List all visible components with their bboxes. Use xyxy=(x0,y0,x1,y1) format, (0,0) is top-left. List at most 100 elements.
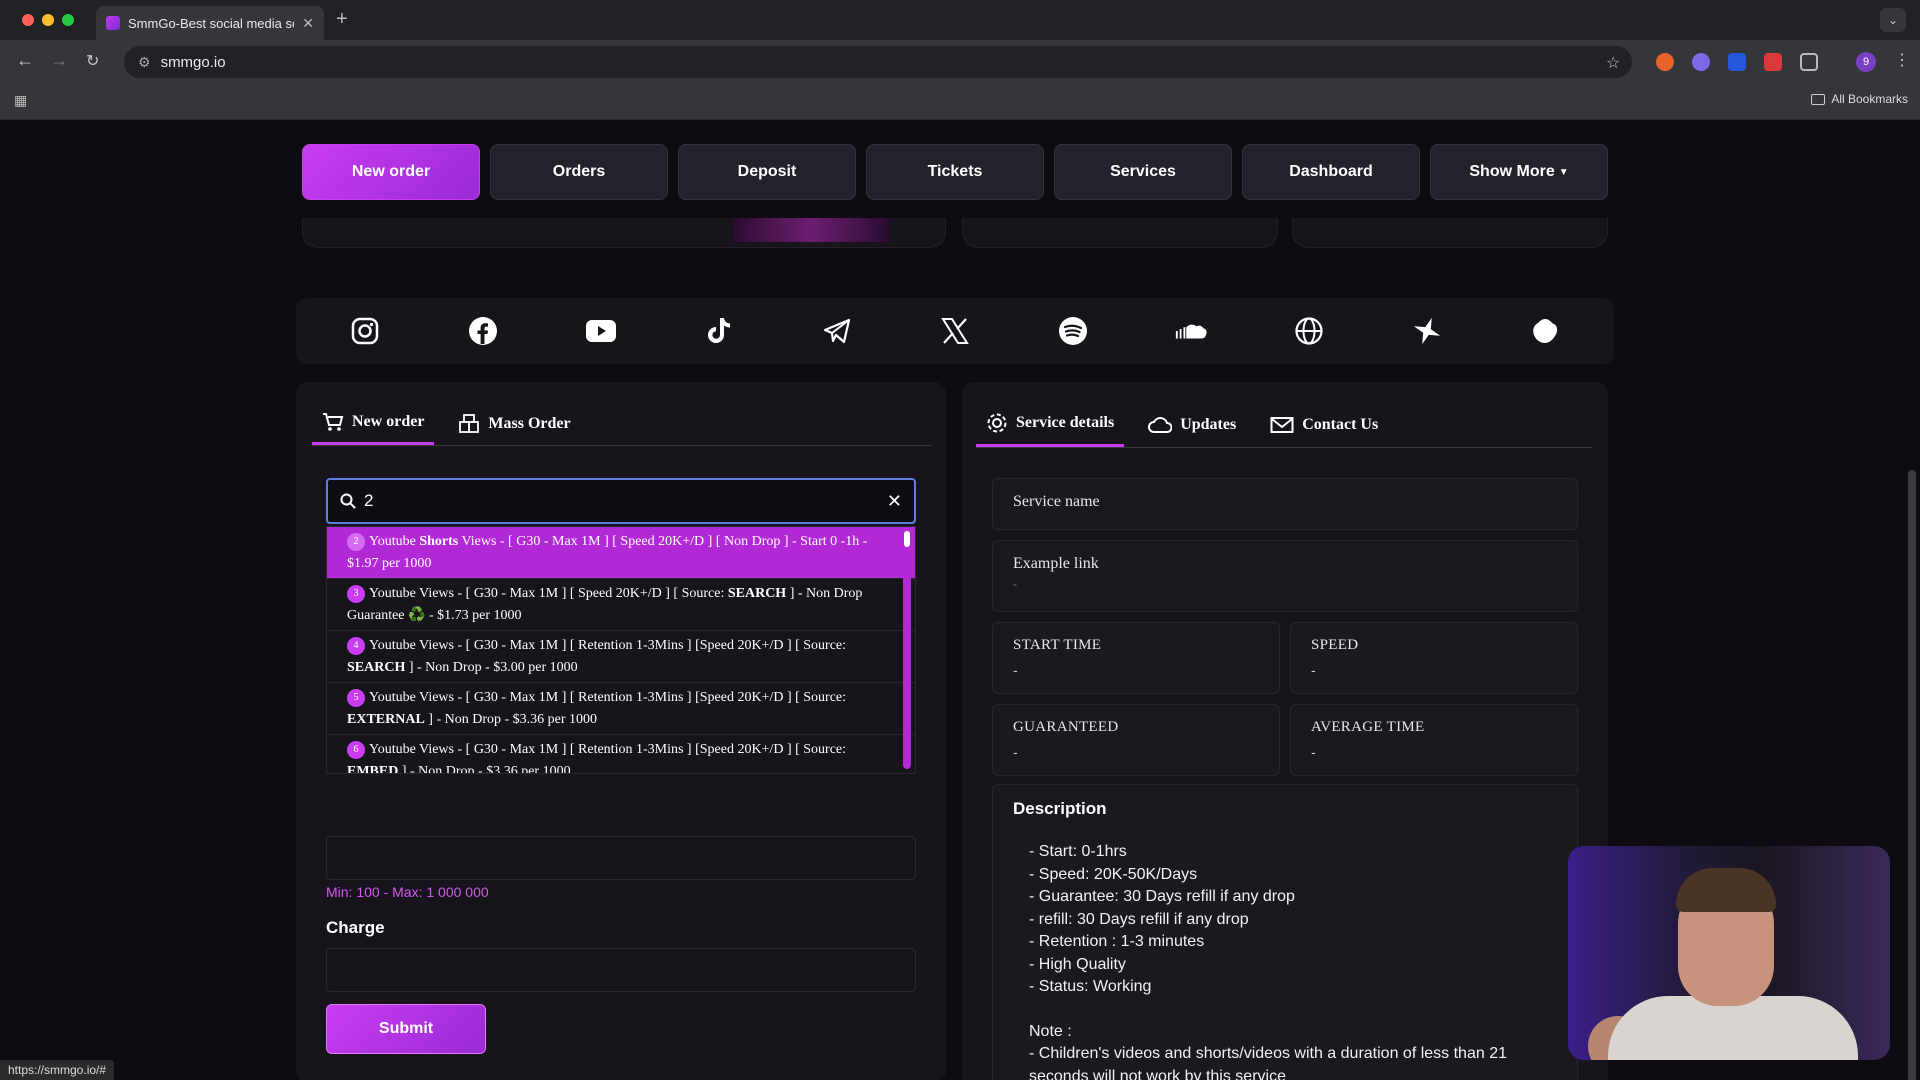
note-line: - Children's videos and shorts/videos wi… xyxy=(1029,1045,1507,1080)
site-info-icon[interactable]: ⚙ xyxy=(138,54,151,71)
bookmark-star-icon[interactable]: ☆ xyxy=(1606,53,1620,73)
url-text: smmgo.io xyxy=(160,53,226,71)
service-name-label: Service name xyxy=(1013,493,1100,510)
browser-tab[interactable]: SmmGo-Best social media se ✕ xyxy=(96,6,324,40)
service-search-input[interactable]: 2 ✕ xyxy=(326,478,916,524)
banner-image xyxy=(733,218,889,242)
service-option[interactable]: 4 Youtube Views - [ G30 - Max 1M ] [ Rete… xyxy=(327,631,915,683)
option-text: Youtube Views - [ G30 - Max 1M ] [ Reten… xyxy=(347,638,847,675)
option-number-badge: 2 xyxy=(347,533,365,551)
service-option[interactable]: 5 Youtube Views - [ G30 - Max 1M ] [ Rete… xyxy=(327,683,915,735)
browser-tabbar: SmmGo-Best social media se ✕ + ⌄ xyxy=(0,0,1920,40)
nav-deposit[interactable]: Deposit xyxy=(678,144,856,200)
description-line: - Speed: 20K-50K/Days xyxy=(1029,865,1198,883)
nav-tickets[interactable]: Tickets xyxy=(866,144,1044,200)
submit-button[interactable]: Submit xyxy=(326,1004,486,1054)
speed-box: SPEED - xyxy=(1290,622,1578,694)
minimize-window-button[interactable] xyxy=(42,14,54,26)
search-icon xyxy=(340,493,356,509)
start-time-value: - xyxy=(1013,662,1018,678)
dropdown-scroll-thumb[interactable] xyxy=(904,531,910,547)
banner-card xyxy=(962,218,1278,248)
tab-updates[interactable]: Updates xyxy=(1138,412,1246,447)
status-url-bubble: https://smmgo.io/# xyxy=(0,1060,115,1080)
bookmarks-bar xyxy=(0,84,1920,120)
extension-red-icon[interactable] xyxy=(1764,53,1782,71)
option-number-badge: 3 xyxy=(347,585,365,603)
envelope-icon xyxy=(1270,416,1294,433)
nav-orders[interactable]: Orders xyxy=(490,144,668,200)
dropdown-scrollbar[interactable] xyxy=(903,529,911,769)
apps-grid-icon[interactable]: ▦ xyxy=(14,92,27,109)
globe-icon[interactable] xyxy=(1292,314,1326,348)
tab-service-details[interactable]: Service details xyxy=(976,412,1125,447)
social-category-bar xyxy=(296,298,1614,364)
youtube-icon[interactable] xyxy=(584,314,618,348)
extension-shield-icon[interactable] xyxy=(1728,53,1746,71)
page-scrollbar[interactable] xyxy=(1908,470,1916,1080)
clear-search-icon[interactable]: ✕ xyxy=(887,491,902,512)
tab-search-icon[interactable]: ⌄ xyxy=(1880,8,1906,32)
tab-new-order-label: New order xyxy=(352,413,425,430)
back-icon[interactable]: ← xyxy=(16,50,34,71)
forward-icon[interactable]: → xyxy=(50,50,68,71)
extension-fox-icon[interactable] xyxy=(1656,53,1674,71)
reload-icon[interactable]: ↻ xyxy=(86,51,99,71)
start-time-label: START TIME xyxy=(1013,637,1102,653)
speed-value: - xyxy=(1311,662,1316,678)
webcam-overlay xyxy=(1568,846,1890,1060)
close-window-button[interactable] xyxy=(22,14,34,26)
close-tab-icon[interactable]: ✕ xyxy=(302,15,314,32)
average-time-label: AVERAGE TIME xyxy=(1311,719,1425,735)
all-bookmarks-label: All Bookmarks xyxy=(1831,92,1908,106)
cart-icon xyxy=(323,413,344,431)
facebook-icon[interactable] xyxy=(466,314,500,348)
profile-avatar[interactable]: 9 xyxy=(1856,52,1876,72)
nav-new-order[interactable]: New order xyxy=(302,144,480,200)
speed-label: SPEED xyxy=(1311,637,1359,653)
browser-menu-icon[interactable]: ⋮ xyxy=(1894,50,1910,70)
nav-services[interactable]: Services xyxy=(1054,144,1232,200)
caret-down-icon: ▼ xyxy=(1558,166,1569,178)
guaranteed-label: GUARANTEED xyxy=(1013,719,1119,735)
tab-contact-us[interactable]: Contact Us xyxy=(1260,412,1388,447)
guaranteed-box: GUARANTEED - xyxy=(992,704,1280,776)
tiktok-icon[interactable] xyxy=(702,314,736,348)
service-option[interactable]: 3 Youtube Views - [ G30 - Max 1M ] [ Spee… xyxy=(327,579,915,631)
spotify-icon[interactable] xyxy=(1056,314,1090,348)
service-option[interactable]: 6 Youtube Views - [ G30 - Max 1M ] [ Rete… xyxy=(327,735,915,773)
boxes-icon xyxy=(459,413,480,433)
option-number-badge: 5 xyxy=(347,689,365,707)
service-option[interactable]: 2 Youtube Shorts Views - [ G30 - Max 1M ]… xyxy=(327,527,915,579)
order-tabs: New order Mass Order xyxy=(312,412,932,446)
guaranteed-value: - xyxy=(1013,744,1018,760)
description-line: - refill: 30 Days refill if any drop xyxy=(1029,910,1249,928)
x-icon[interactable] xyxy=(938,314,972,348)
address-bar[interactable]: ⚙ smmgo.io xyxy=(124,46,1632,78)
nav-dashboard[interactable]: Dashboard xyxy=(1242,144,1420,200)
extension-cloud-icon[interactable] xyxy=(1692,53,1710,71)
nav-show-more[interactable]: Show More ▼ xyxy=(1430,144,1608,200)
tab-service-details-label: Service details xyxy=(1016,414,1115,431)
main-nav: New order Orders Deposit Tickets Service… xyxy=(302,144,1608,200)
telegram-icon[interactable] xyxy=(820,314,854,348)
new-tab-icon[interactable]: + xyxy=(336,8,348,31)
quantity-min-max: Min: 100 - Max: 1 000 000 xyxy=(326,884,489,900)
all-bookmarks-button[interactable]: All Bookmarks xyxy=(1811,92,1908,106)
description-line: - High Quality xyxy=(1029,955,1126,973)
quantity-input[interactable] xyxy=(326,836,916,880)
tab-mass-order[interactable]: Mass Order xyxy=(448,412,580,445)
site-favicon-icon xyxy=(106,16,120,30)
description-line: - Guarantee: 30 Days refill if any drop xyxy=(1029,888,1295,905)
soundcloud-icon[interactable] xyxy=(1174,314,1208,348)
instagram-icon[interactable] xyxy=(348,314,382,348)
maximize-window-button[interactable] xyxy=(62,14,74,26)
sparkle-star-icon[interactable] xyxy=(1410,314,1444,348)
tab-new-order[interactable]: New order xyxy=(312,412,435,445)
browser-toolbar: ← → ↻ ⚙ smmgo.io ☆ 9 ⋮ xyxy=(0,40,1920,84)
average-time-value: - xyxy=(1311,744,1316,760)
extensions-puzzle-icon[interactable] xyxy=(1800,53,1818,71)
description-title: Description xyxy=(1013,799,1107,818)
option-text: Youtube Shorts Views - [ G30 - Max 1M ] … xyxy=(347,534,868,571)
other-services-icon[interactable] xyxy=(1528,314,1562,348)
